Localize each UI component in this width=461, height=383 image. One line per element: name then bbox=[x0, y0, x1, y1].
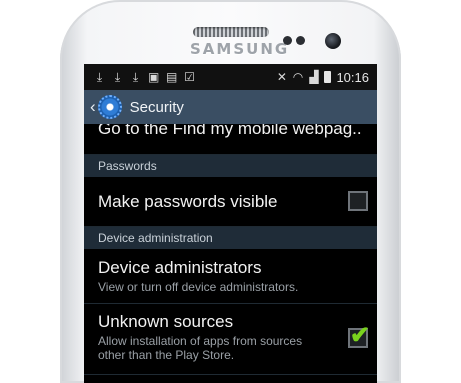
list-item-title: Unknown sources bbox=[98, 312, 234, 331]
section-header-device-admin: Device administration bbox=[84, 227, 377, 249]
front-camera bbox=[325, 33, 341, 49]
unknown-sources-item[interactable]: Unknown sources Allow installation of ap… bbox=[84, 304, 377, 375]
list-item-title: Make passwords visible bbox=[98, 192, 278, 211]
download-icon: ⤓ bbox=[114, 69, 121, 84]
back-chevron-icon[interactable]: ‹ bbox=[90, 97, 96, 117]
download-icon: ⤓ bbox=[132, 69, 139, 84]
bag-icon: ▤ bbox=[166, 70, 178, 84]
page-title: Security bbox=[129, 98, 184, 116]
section-header-passwords: Passwords bbox=[84, 155, 377, 177]
mute-icon: ✕ bbox=[276, 70, 287, 84]
settings-gear-icon[interactable] bbox=[97, 95, 122, 119]
clipboard-check-icon: ☑ bbox=[184, 70, 195, 84]
download-icon: ⤓ bbox=[96, 69, 103, 84]
list-item-title: Go to the Find my mobile webpag.. bbox=[98, 124, 362, 138]
list-item-subtitle: View or turn off device administrators. bbox=[98, 280, 299, 294]
make-passwords-visible-item[interactable]: Make passwords visible bbox=[84, 177, 377, 227]
action-bar: ‹ Security bbox=[84, 90, 377, 124]
status-time: 10:16 bbox=[336, 69, 369, 85]
signal-icon: ▟ bbox=[309, 70, 319, 84]
device-administrators-item[interactable]: Device administrators View or turn off d… bbox=[84, 249, 377, 304]
proximity-sensor bbox=[283, 36, 292, 45]
earpiece-speaker bbox=[193, 27, 269, 37]
brand-logo: SAMSUNG bbox=[190, 40, 290, 58]
find-my-mobile-item[interactable]: Go to the Find my mobile webpag.. bbox=[84, 124, 377, 155]
status-bar[interactable]: ⤓ ⤓ ⤓ ▣ ▤ ☑ ✕ ◠ ▟ 10:16 bbox=[84, 64, 377, 90]
make-passwords-visible-checkbox[interactable] bbox=[348, 191, 368, 211]
screen: ⤓ ⤓ ⤓ ▣ ▤ ☑ ✕ ◠ ▟ 10:16 ‹ Security Go to… bbox=[84, 64, 377, 383]
list-item-subtitle: Allow installation of apps from sources … bbox=[98, 334, 303, 362]
settings-list: Go to the Find my mobile webpag.. Passwo… bbox=[84, 124, 377, 375]
light-sensor bbox=[296, 36, 305, 45]
wifi-icon: ◠ bbox=[292, 70, 304, 84]
checkmark-icon: ✔ bbox=[349, 322, 370, 349]
list-item-title: Device administrators bbox=[98, 258, 262, 277]
battery-icon bbox=[324, 71, 332, 83]
image-icon: ▣ bbox=[148, 70, 160, 84]
